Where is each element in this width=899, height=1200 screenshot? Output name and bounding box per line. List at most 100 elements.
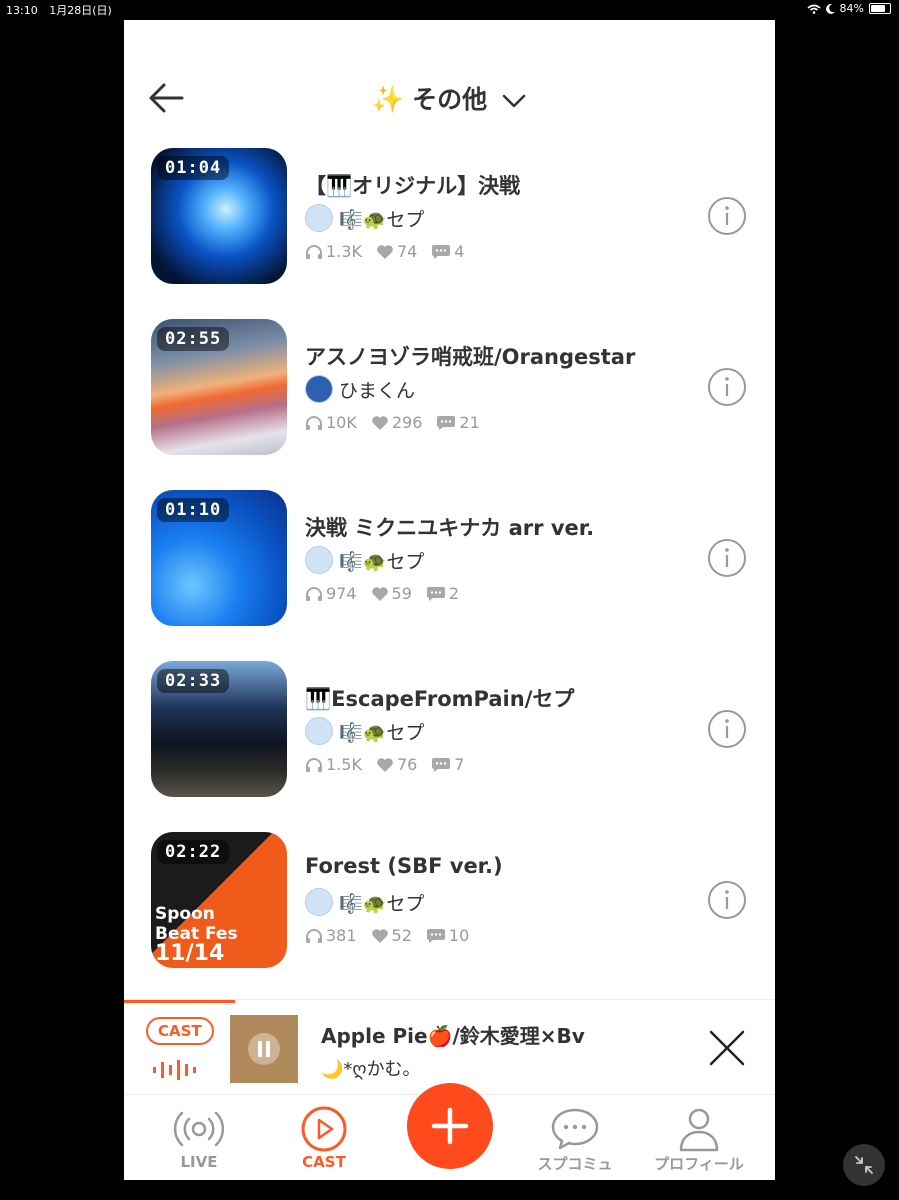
- info-icon[interactable]: [707, 880, 747, 920]
- status-date: 1月28日(日): [49, 4, 112, 17]
- mini-player[interactable]: CAST Apple Pie🍎/鈴木愛理×Bv 🌙*ღかむ。: [124, 999, 775, 1095]
- comments-count: 10: [448, 926, 470, 945]
- headphones-icon: [306, 928, 322, 943]
- plays-stat: 381: [305, 926, 357, 945]
- author-name: 🎼🐢セプ: [339, 721, 425, 744]
- cast-author[interactable]: 🎼🐢セプ: [305, 204, 424, 232]
- mini-player-artist: 🌙*ღかむ。: [321, 1059, 421, 1080]
- comment-icon: [432, 244, 451, 259]
- duration-badge: 01:04: [157, 156, 230, 180]
- tab-live[interactable]: LIVE: [144, 1105, 254, 1171]
- duration-badge: 02:33: [157, 669, 230, 693]
- cast-author[interactable]: 🎼🐢セプ: [305, 546, 424, 574]
- likes-count: 296: [391, 413, 423, 432]
- picture-in-picture-button[interactable]: [843, 1144, 885, 1186]
- comment-icon: [426, 928, 445, 943]
- comments-count: 2: [448, 584, 460, 603]
- plays-count: 1.3K: [326, 242, 362, 261]
- plus-icon: [431, 1107, 469, 1145]
- avatar: [305, 204, 333, 232]
- cast-thumbnail[interactable]: 02:33: [151, 661, 287, 797]
- plays-count: 974: [326, 584, 357, 603]
- list-item[interactable]: 01:10 決戦 ミクニユキナカ arr ver. 🎼🐢セプ 974 59 2: [124, 490, 775, 630]
- app-panel: ✨その他 01:04 【🎹オリジナル】決戦 🎼🐢セプ 1.3K 74 4 02: [124, 20, 775, 1180]
- plays-stat: 974: [305, 584, 357, 603]
- add-cast-button[interactable]: [407, 1083, 493, 1169]
- cast-title: 【🎹オリジナル】決戦: [305, 174, 521, 198]
- cast-stats: 974 59 2: [305, 584, 459, 603]
- cast-author[interactable]: 🎼🐢セプ: [305, 717, 424, 745]
- tab-label: LIVE: [180, 1153, 218, 1171]
- tab-community[interactable]: スプコミュ: [520, 1105, 630, 1174]
- info-icon[interactable]: [707, 538, 747, 578]
- info-icon[interactable]: [707, 196, 747, 236]
- chevron-down-icon: [502, 94, 526, 108]
- list-item[interactable]: 02:55 アスノヨゾラ哨戒班/Orangestar ひまくん 10K 296 …: [124, 319, 775, 459]
- list-item[interactable]: 01:04 【🎹オリジナル】決戦 🎼🐢セプ 1.3K 74 4: [124, 148, 775, 288]
- cast-author[interactable]: ひまくん: [305, 375, 415, 403]
- tab-label: CAST: [302, 1153, 346, 1171]
- tab-profile[interactable]: プロフィール: [644, 1105, 754, 1174]
- comment-icon: [437, 415, 456, 430]
- headphones-icon: [306, 415, 322, 430]
- info-icon[interactable]: [707, 367, 747, 407]
- cover-art-text: Spoon Beat Fes 11/14: [155, 904, 238, 966]
- cast-stats: 1.5K 76 7: [305, 755, 464, 774]
- author-name: 🎼🐢セプ: [339, 208, 425, 231]
- headphones-icon: [306, 244, 322, 259]
- cast-thumbnail[interactable]: 02:22 Spoon Beat Fes 11/14: [151, 832, 287, 968]
- headphones-icon: [306, 586, 322, 601]
- likes-count: 59: [391, 584, 412, 603]
- cast-thumbnail[interactable]: 02:55: [151, 319, 287, 455]
- likes-stat: 76: [376, 755, 417, 774]
- heart-icon: [377, 244, 393, 259]
- comment-icon: [426, 586, 445, 601]
- cast-title: 決戦 ミクニユキナカ arr ver.: [305, 516, 595, 540]
- status-bar: 13:10 1月28日(日) 84%: [0, 0, 899, 18]
- cast-stats: 1.3K 74 4: [305, 242, 464, 261]
- pause-icon[interactable]: [247, 1032, 281, 1066]
- bottom-tab-bar: LIVE CAST スプコミュ プロフィール: [124, 1083, 775, 1180]
- play-circle-icon: [301, 1106, 347, 1152]
- cast-title: アスノヨゾラ哨戒班/Orangestar: [305, 345, 636, 369]
- likes-count: 76: [396, 755, 418, 774]
- avatar: [305, 717, 333, 745]
- likes-stat: 74: [376, 242, 417, 261]
- list-item[interactable]: 02:33 🎹EscapeFromPain/セプ 🎼🐢セプ 1.5K 76 7: [124, 661, 775, 801]
- cast-thumbnail[interactable]: 01:04: [151, 148, 287, 284]
- mini-player-cover[interactable]: [230, 1015, 298, 1083]
- chat-bubble-icon: [551, 1108, 599, 1150]
- category-selector[interactable]: ✨ その他: [124, 80, 775, 116]
- heart-icon: [371, 928, 388, 943]
- list-item[interactable]: 02:22 Spoon Beat Fes 11/14 Forest (SBF v…: [124, 832, 775, 972]
- cast-title: 🎹EscapeFromPain/セプ: [305, 687, 575, 711]
- plays-stat: 1.5K: [305, 755, 362, 774]
- mini-player-title: Apple Pie🍎/鈴木愛理×Bv: [321, 1024, 585, 1048]
- info-icon[interactable]: [707, 709, 747, 749]
- cast-stats: 10K 296 21: [305, 413, 480, 432]
- duration-badge: 02:22: [157, 840, 230, 864]
- heart-icon: [377, 757, 393, 772]
- cast-badge: CAST: [146, 1017, 214, 1045]
- headphones-icon: [306, 757, 322, 772]
- cast-stats: 381 52 10: [305, 926, 469, 945]
- close-icon[interactable]: [707, 1028, 747, 1068]
- avatar: [305, 546, 333, 574]
- comments-count: 7: [454, 755, 465, 774]
- comments-stat: 21: [436, 413, 480, 432]
- cast-thumbnail[interactable]: 01:10: [151, 490, 287, 626]
- cover-text-line: 11/14: [155, 941, 225, 966]
- likes-count: 74: [396, 242, 418, 261]
- comments-stat: 7: [431, 755, 464, 774]
- comments-stat: 4: [431, 242, 464, 261]
- author-name: 🎼🐢セプ: [339, 892, 425, 915]
- heart-icon: [372, 415, 388, 430]
- comments-stat: 2: [426, 584, 459, 603]
- battery-icon: [869, 3, 891, 14]
- tab-cast[interactable]: CAST: [269, 1105, 379, 1171]
- person-icon: [679, 1108, 719, 1152]
- avatar: [305, 888, 333, 916]
- plays-count: 10K: [326, 413, 357, 432]
- cast-author[interactable]: 🎼🐢セプ: [305, 888, 424, 916]
- author-name: ひまくん: [339, 379, 416, 402]
